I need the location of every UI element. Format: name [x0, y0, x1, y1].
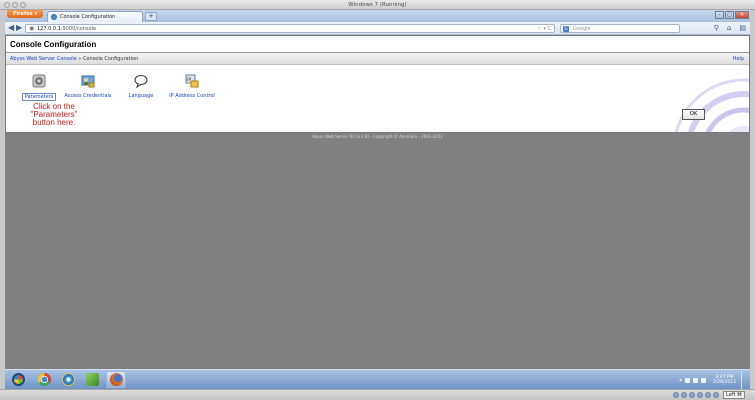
parameters-icon [32, 73, 46, 88]
forward-icon[interactable]: ▶ [16, 23, 22, 33]
usb-icon[interactable] [689, 392, 695, 398]
ip-control-icon: IP [185, 73, 199, 88]
browser-navigation-bar: ◀ ▶ ◉ 127.0.0.1:9000/console ☆ ▾ C G Goo… [5, 22, 750, 35]
back-icon[interactable]: ◀ [8, 23, 14, 33]
access-credentials-label[interactable]: Access Credentials [64, 93, 112, 99]
browser-tab-strip: Firefox ▾ Console Configuration + – ▢ ✕ [5, 10, 750, 22]
browser-tab[interactable]: Console Configuration [47, 11, 143, 22]
url-text: 127.0.0.1:9000/console [37, 26, 97, 32]
firefox-icon [109, 373, 123, 386]
system-tray: ▴ 3:47 PM 2/28/2012 [679, 370, 746, 390]
instruction-line-3: button here. [32, 118, 76, 127]
web-page: Console Configuration Abyss Web Server C… [5, 35, 750, 369]
clock-date: 2/28/2012 [712, 380, 736, 385]
access-credentials-tool[interactable]: Access Credentials [64, 73, 112, 99]
language-tool[interactable]: Language [126, 73, 156, 99]
reload-and-bookmark-icons[interactable]: ☆ ▾ C [537, 25, 551, 33]
speech-bubble-icon [134, 73, 148, 89]
window-controls: – ▢ ✕ [715, 11, 749, 19]
system-clock[interactable]: 3:47 PM 2/28/2012 [713, 375, 736, 385]
help-link[interactable]: Help [733, 53, 744, 65]
vm-status-bar: Left ⌘ [0, 389, 755, 400]
navbar-right-icons: ⚲ ⌂ ▤ [714, 22, 746, 34]
chrome-taskbar-button[interactable] [34, 371, 54, 388]
copyright-footer: Abyss Web Server X1 (v 2.8) - Copyright … [312, 134, 443, 139]
decorative-swirl [674, 78, 749, 132]
console-panel: Console Configuration Abyss Web Server C… [5, 35, 750, 133]
vm-device-icons: Left ⌘ [673, 391, 745, 399]
keyboard-capture-label[interactable]: Left ⌘ [723, 391, 745, 399]
firefox-taskbar-button[interactable] [106, 371, 126, 388]
hard-disk-icon[interactable] [681, 392, 687, 398]
start-button[interactable] [8, 371, 28, 388]
cd-drive-icon[interactable] [673, 392, 679, 398]
home-icon[interactable]: ⌂ [727, 22, 731, 34]
show-hidden-icons[interactable]: ▴ [679, 377, 682, 383]
address-bar[interactable]: ◉ 127.0.0.1:9000/console ☆ ▾ C [25, 24, 555, 33]
tutorial-instruction: Click on the "Parameters" button here. [14, 103, 94, 127]
breadcrumb-current: Console Configuration [82, 56, 139, 62]
sound-icon[interactable] [705, 392, 711, 398]
breadcrumb-home-link[interactable]: Abyss Web Server Console [10, 56, 77, 62]
parameters-button[interactable]: Parameters [22, 93, 56, 101]
ip-address-control-label[interactable]: IP Address Control [166, 93, 218, 99]
search-bar[interactable]: G Google [560, 24, 680, 33]
minimize-button[interactable]: – [715, 11, 724, 19]
google-icon: G [563, 26, 569, 32]
breadcrumb-bar: Abyss Web Server Console » Console Confi… [6, 53, 749, 65]
favicon-icon [51, 14, 57, 20]
close-button[interactable]: ✕ [735, 11, 749, 19]
tab-title: Console Configuration [60, 14, 116, 20]
show-desktop-button[interactable] [741, 371, 746, 389]
parameters-tool[interactable]: Parameters [22, 73, 56, 101]
vm-window-title: Windows 7 (Running) [348, 2, 407, 8]
network-adapter-icon[interactable] [697, 392, 703, 398]
windows-orb-icon [11, 373, 25, 386]
vm-window-titlebar: Windows 7 (Running) [0, 0, 755, 10]
flag-icon[interactable] [684, 377, 690, 383]
ip-address-control-tool[interactable]: IP IP Address Control [166, 73, 218, 99]
volume-icon[interactable] [700, 377, 706, 383]
internet-explorer-icon [61, 373, 75, 386]
globe-icon: ◉ [29, 25, 35, 32]
search-placeholder: Google [573, 26, 591, 32]
language-label[interactable]: Language [126, 93, 156, 99]
credentials-icon [81, 73, 95, 88]
abyss-server-icon [85, 373, 99, 386]
page-title: Console Configuration [10, 40, 97, 49]
internet-explorer-taskbar-button[interactable] [58, 371, 78, 388]
abyss-taskbar-button[interactable] [82, 371, 102, 388]
chrome-icon [37, 373, 51, 386]
breadcrumb: Abyss Web Server Console » Console Confi… [10, 53, 138, 65]
bookmarks-menu-icon[interactable]: ▤ [739, 22, 746, 34]
new-tab-button[interactable]: + [145, 12, 157, 21]
maximize-button[interactable]: ▢ [725, 11, 734, 19]
search-magnifier-icon[interactable]: ⚲ [714, 22, 719, 34]
shared-folder-icon[interactable] [713, 392, 719, 398]
breadcrumb-separator: » [78, 56, 82, 62]
firefox-menu-button[interactable]: Firefox ▾ [7, 10, 43, 18]
windows-taskbar: ▴ 3:47 PM 2/28/2012 [5, 369, 750, 389]
network-icon[interactable] [692, 377, 698, 383]
ok-button[interactable]: OK [682, 109, 705, 120]
